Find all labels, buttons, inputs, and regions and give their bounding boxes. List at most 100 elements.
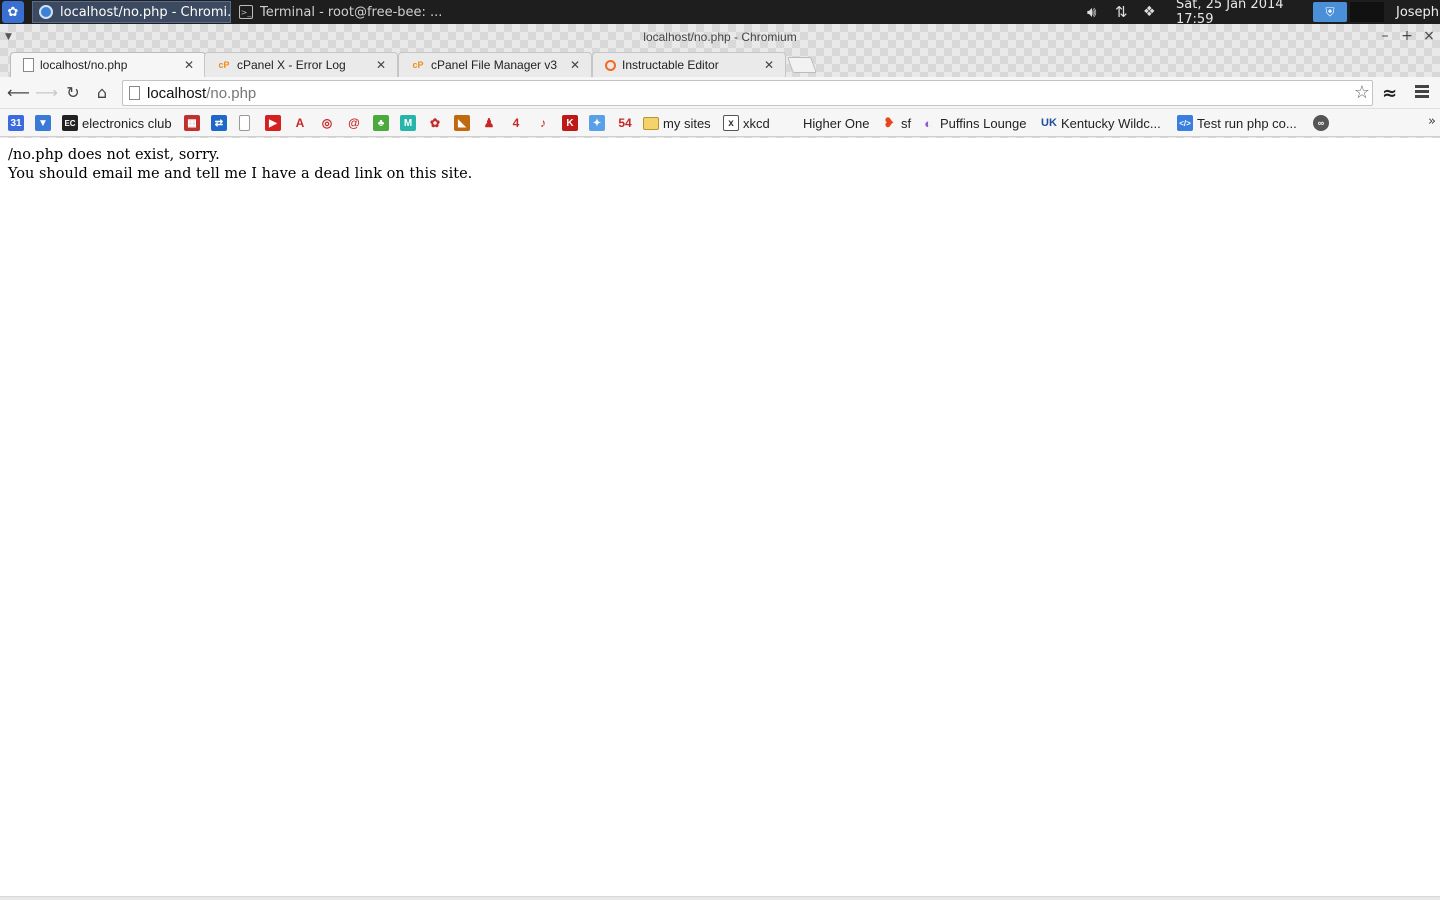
swirl-icon: @ [348,116,360,130]
url-text[interactable]: localhost/no.php [147,85,256,102]
url-path: /no.php [206,85,257,102]
error-instruction: You should email me and tell me I have a… [8,166,473,182]
bookmark-figure[interactable]: ♟ [481,113,497,133]
guitar-icon: ♪ [540,116,546,130]
bookmark-xkcd[interactable]: x xkcd [723,113,770,133]
tab-close-icon[interactable]: ✕ [763,58,775,72]
instructables-icon [605,59,616,71]
chromium-icon [39,5,53,19]
bookmark-swirl[interactable]: @ [346,113,362,133]
bookmark-cloud[interactable]: ∞ [1313,113,1329,133]
cpanel-icon: cP [218,60,230,70]
bookmark-four[interactable]: 4 [508,113,524,133]
blue-blob-icon: ✦ [589,115,605,131]
folder-icon [643,116,659,130]
bookmark-mobile[interactable]: ▦ [184,113,200,133]
blank-page-icon [239,115,250,131]
vpn-icon[interactable]: ⛨ [1313,2,1347,22]
forward-icon[interactable]: ⟶ [35,84,58,104]
extension-icon[interactable]: ≈ [1382,83,1397,104]
ring-icon: ◎ [321,116,333,130]
blue-box-icon: ⇄ [211,115,227,131]
mobile-icon: ▦ [184,115,200,131]
tab-close-icon[interactable]: ✕ [375,58,387,72]
bookmark-orange[interactable]: ◣ [454,113,470,133]
more-bookmarks-icon[interactable]: » [1428,114,1436,129]
xkcd-icon: x [723,115,739,131]
bookmark-blue-box[interactable]: ⇄ [211,113,227,133]
minimize-button[interactable]: – [1377,28,1393,44]
code-icon: </> [1177,115,1193,131]
bookmark-guitar[interactable]: ♪ [535,113,551,133]
network-icon[interactable]: ⇅ [1115,0,1135,24]
window-bottom-border [0,896,1440,900]
address-bar[interactable]: localhost/no.php ☆ [122,80,1373,106]
bookmark-k[interactable]: K [562,113,578,133]
four-icon: 4 [512,116,520,130]
clock[interactable]: Sat, 25 Jan 2014 17:59 [1176,0,1311,27]
close-window-button[interactable]: × [1421,28,1437,44]
k-icon: K [562,115,578,131]
orange-icon: ◣ [454,115,470,131]
bookmark-label: Kentucky Wildc... [1061,115,1161,131]
acrobat-icon: A [295,116,305,130]
bookmark-maker[interactable]: M [400,113,416,133]
bookmark-ring[interactable]: ◎ [319,113,335,133]
chrome-menu-icon[interactable] [1412,83,1432,103]
bookmark-test-run-php[interactable]: </> Test run php co... [1177,113,1297,133]
bookmark-green[interactable]: ♣ [373,113,389,133]
app-menu-icon[interactable]: ✿ [2,1,24,23]
bookmark-label: Puffins Lounge [940,115,1027,131]
bookmark-fifty-four[interactable]: 54 [614,113,636,133]
google-calendar-icon: 31 [8,115,24,131]
bookmark-drive[interactable]: ▼ [35,113,51,133]
bookmark-label: sf [901,115,912,131]
bookmark-higher-one[interactable]: Higher One [799,113,869,133]
url-host: localhost [147,85,207,102]
taskbar-item-chromium[interactable]: localhost/no.php - Chromi... [32,1,231,23]
bookmark-youtube[interactable]: ▶ [265,113,281,133]
uk-icon: UK [1041,117,1057,129]
tray-slot [1350,2,1384,22]
bookmark-blank-page[interactable] [239,113,250,133]
bookmark-kentucky-wildcats[interactable]: UK Kentucky Wildc... [1041,113,1161,133]
sourceforge-icon: ❥ [883,115,895,130]
taskbar-item-terminal[interactable]: >_ Terminal - root@free-bee: ... [233,1,443,23]
bookmark-my-sites[interactable]: my sites [643,113,711,133]
bookmark-blue-blob[interactable]: ✦ [589,113,605,133]
tab-instructable-editor[interactable]: Instructable Editor ✕ [592,52,786,77]
bookmark-electronics-club[interactable]: EC electronics club [62,113,172,133]
page-icon [23,58,34,72]
tab-cpanel-file-manager[interactable]: cP cPanel File Manager v3 ✕ [398,52,592,77]
bookmark-google-calendar[interactable]: 31 [8,113,24,133]
tab-close-icon[interactable]: ✕ [183,58,195,72]
puffins-icon: ◐ [924,115,932,131]
maximize-button[interactable]: + [1399,28,1415,44]
tab-close-icon[interactable]: ✕ [569,58,581,72]
maker-icon: M [400,115,416,131]
bookmark-sf[interactable]: ❥ sf [881,113,912,133]
dropbox-icon[interactable]: ❖ [1143,0,1163,24]
page-content: /no.php does not exist, sorry. You shoul… [0,138,1440,896]
fifty-four-icon: 54 [618,116,632,130]
user-menu[interactable]: Joseph [1396,0,1440,24]
youtube-icon: ▶ [265,115,281,131]
volume-icon[interactable]: 🔊︎ [1087,0,1107,24]
taskbar-item-label: Terminal - root@free-bee: ... [260,4,443,20]
taskbar-item-label: localhost/no.php - Chromi... [60,4,231,20]
tab-cpanel-error-log[interactable]: cP cPanel X - Error Log ✕ [204,52,398,77]
raspberry-icon: ✿ [429,116,441,130]
green-icon: ♣ [373,115,389,131]
bookmark-raspberry[interactable]: ✿ [427,113,443,133]
tab-localhost[interactable]: localhost/no.php ✕ [10,52,206,77]
reload-icon[interactable]: ↻ [63,84,83,104]
window-titlebar: ▼ localhost/no.php - Chromium – + × [0,24,1440,51]
home-icon[interactable]: ⌂ [92,84,112,104]
page-info-icon[interactable] [129,86,140,100]
bookmark-puffins-lounge[interactable]: ◐ Puffins Lounge [920,113,1027,133]
system-panel: ✿ localhost/no.php - Chromi... >_ Termin… [0,0,1440,27]
bookmark-star-icon[interactable]: ☆ [1354,82,1370,103]
bookmark-label: Higher One [803,115,870,131]
back-icon[interactable]: ⟵ [7,84,30,104]
bookmark-acrobat[interactable]: A [292,113,308,133]
